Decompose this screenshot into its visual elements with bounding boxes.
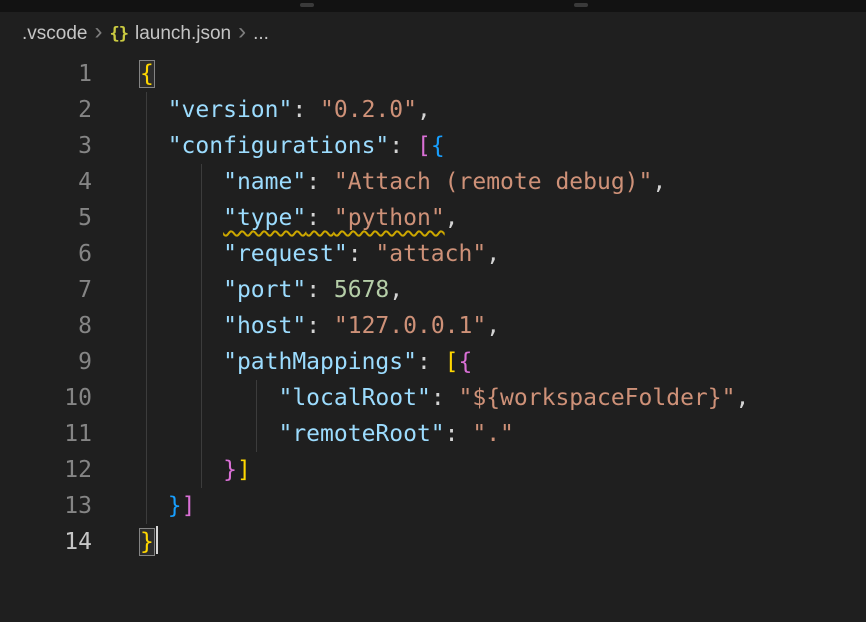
line-number: 12	[0, 452, 92, 488]
line-number: 5	[0, 200, 92, 236]
breadcrumb: .vscode › {} launch.json › ...	[0, 12, 866, 56]
indent-guide	[201, 164, 202, 488]
chevron-right-icon: ›	[238, 20, 246, 44]
code-text: "configurations": [{	[92, 128, 445, 164]
code-text: "remoteRoot": "."	[92, 416, 514, 452]
code-text: "pathMappings": [{	[92, 344, 472, 380]
code-text: "request": "attach",	[92, 236, 500, 272]
code-line[interactable]: 2 "version": "0.2.0",	[0, 92, 866, 128]
code-line[interactable]: 12 }]	[0, 452, 866, 488]
code-lines: 1{2 "version": "0.2.0",3 "configurations…	[0, 56, 866, 560]
text-cursor	[156, 526, 158, 554]
code-text: "host": "127.0.0.1",	[92, 308, 500, 344]
code-line[interactable]: 11 "remoteRoot": "."	[0, 416, 866, 452]
code-text: }]	[92, 452, 251, 488]
line-number: 2	[0, 92, 92, 128]
breadcrumb-symbol-overflow[interactable]: ...	[253, 23, 269, 45]
code-text: "name": "Attach (remote debug)",	[92, 164, 666, 200]
code-line[interactable]: 3 "configurations": [{	[0, 128, 866, 164]
line-number: 13	[0, 488, 92, 524]
code-line[interactable]: 6 "request": "attach",	[0, 236, 866, 272]
code-line[interactable]: 5 "type": "python",	[0, 200, 866, 236]
tab-separator	[574, 3, 588, 7]
code-text: }]	[92, 488, 195, 524]
tab-bar-strip	[0, 0, 866, 12]
line-number: 6	[0, 236, 92, 272]
code-line[interactable]: 4 "name": "Attach (remote debug)",	[0, 164, 866, 200]
vscode-window: .vscode › {} launch.json › ... 1{2 "vers…	[0, 0, 866, 622]
line-number: 9	[0, 344, 92, 380]
code-line[interactable]: 1{	[0, 56, 866, 92]
code-text: "localRoot": "${workspaceFolder}",	[92, 380, 749, 416]
line-number: 10	[0, 380, 92, 416]
code-line[interactable]: 13 }]	[0, 488, 866, 524]
chevron-right-icon: ›	[94, 20, 102, 44]
line-number: 14	[0, 524, 92, 560]
line-number: 4	[0, 164, 92, 200]
line-number: 3	[0, 128, 92, 164]
code-editor[interactable]: 1{2 "version": "0.2.0",3 "configurations…	[0, 56, 866, 622]
tab-separator	[300, 3, 314, 7]
indent-guide	[146, 92, 147, 524]
json-file-icon: {}	[109, 24, 127, 44]
code-line[interactable]: 10 "localRoot": "${workspaceFolder}",	[0, 380, 866, 416]
line-number: 8	[0, 308, 92, 344]
line-number: 11	[0, 416, 92, 452]
indent-guide	[256, 380, 257, 452]
code-text: {	[92, 56, 154, 92]
breadcrumb-file[interactable]: launch.json	[135, 23, 231, 45]
line-number: 1	[0, 56, 92, 92]
code-text: "port": 5678,	[92, 272, 403, 308]
code-line[interactable]: 7 "port": 5678,	[0, 272, 866, 308]
code-text: }	[92, 524, 158, 560]
code-line[interactable]: 9 "pathMappings": [{	[0, 344, 866, 380]
code-line[interactable]: 14}	[0, 524, 866, 560]
line-number: 7	[0, 272, 92, 308]
code-text: "version": "0.2.0",	[92, 92, 431, 128]
code-line[interactable]: 8 "host": "127.0.0.1",	[0, 308, 866, 344]
breadcrumb-folder[interactable]: .vscode	[22, 23, 87, 45]
